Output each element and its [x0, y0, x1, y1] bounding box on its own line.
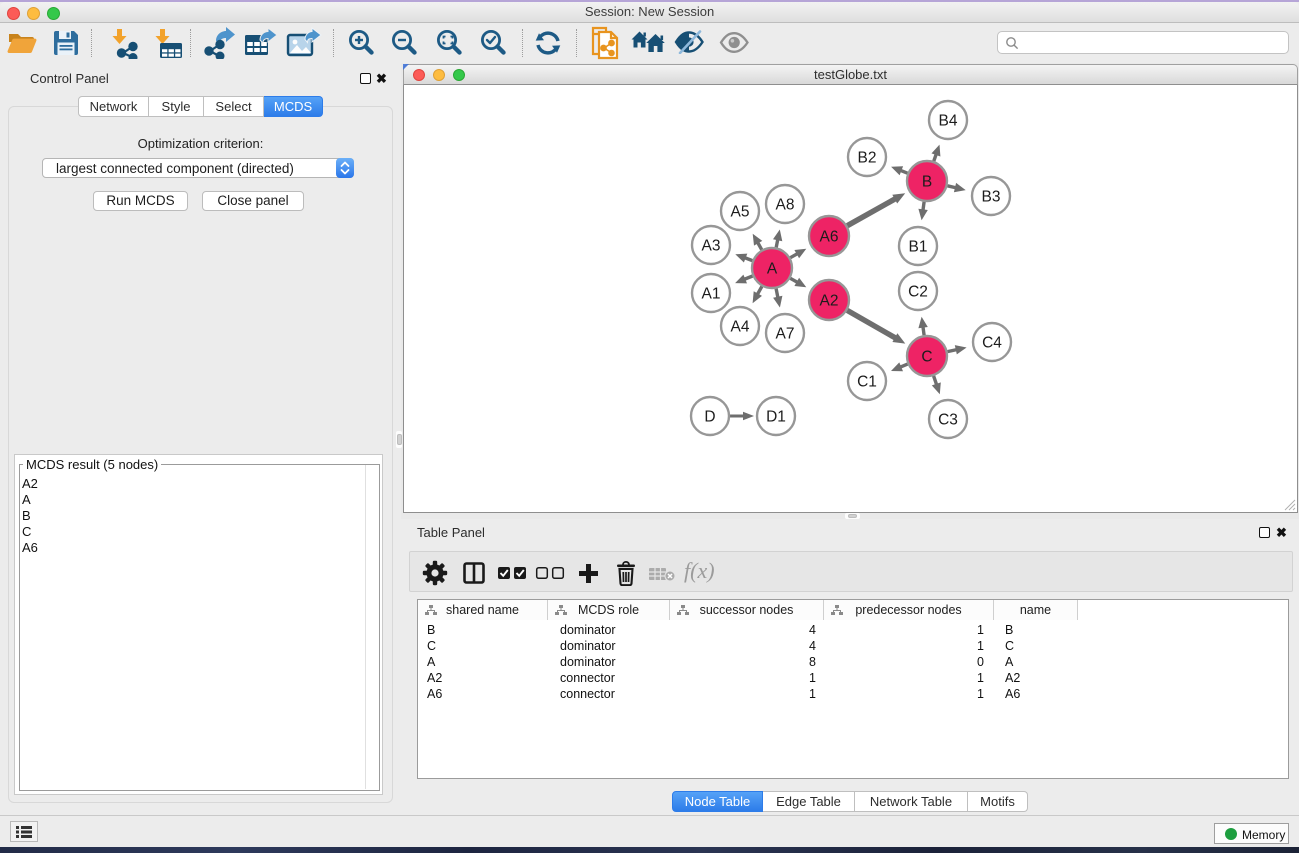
svg-text:A4: A4 [731, 319, 750, 336]
svg-text:B: B [922, 174, 932, 191]
svg-text:C1: C1 [857, 374, 877, 391]
svg-text:A2: A2 [820, 293, 839, 310]
svg-text:A1: A1 [702, 286, 721, 303]
svg-text:A5: A5 [731, 204, 750, 221]
svg-text:D1: D1 [766, 409, 786, 426]
svg-text:A: A [767, 261, 778, 278]
svg-text:A7: A7 [776, 326, 795, 343]
svg-text:D: D [704, 409, 715, 426]
svg-text:A8: A8 [776, 197, 795, 214]
svg-text:B2: B2 [858, 150, 877, 167]
svg-text:C3: C3 [938, 412, 958, 429]
svg-text:C: C [921, 349, 932, 366]
svg-text:C4: C4 [982, 335, 1002, 352]
svg-text:C2: C2 [908, 284, 928, 301]
svg-text:B3: B3 [982, 189, 1001, 206]
svg-text:B4: B4 [939, 113, 958, 130]
svg-text:A3: A3 [702, 238, 721, 255]
svg-text:B1: B1 [909, 239, 928, 256]
svg-text:A6: A6 [820, 229, 839, 246]
